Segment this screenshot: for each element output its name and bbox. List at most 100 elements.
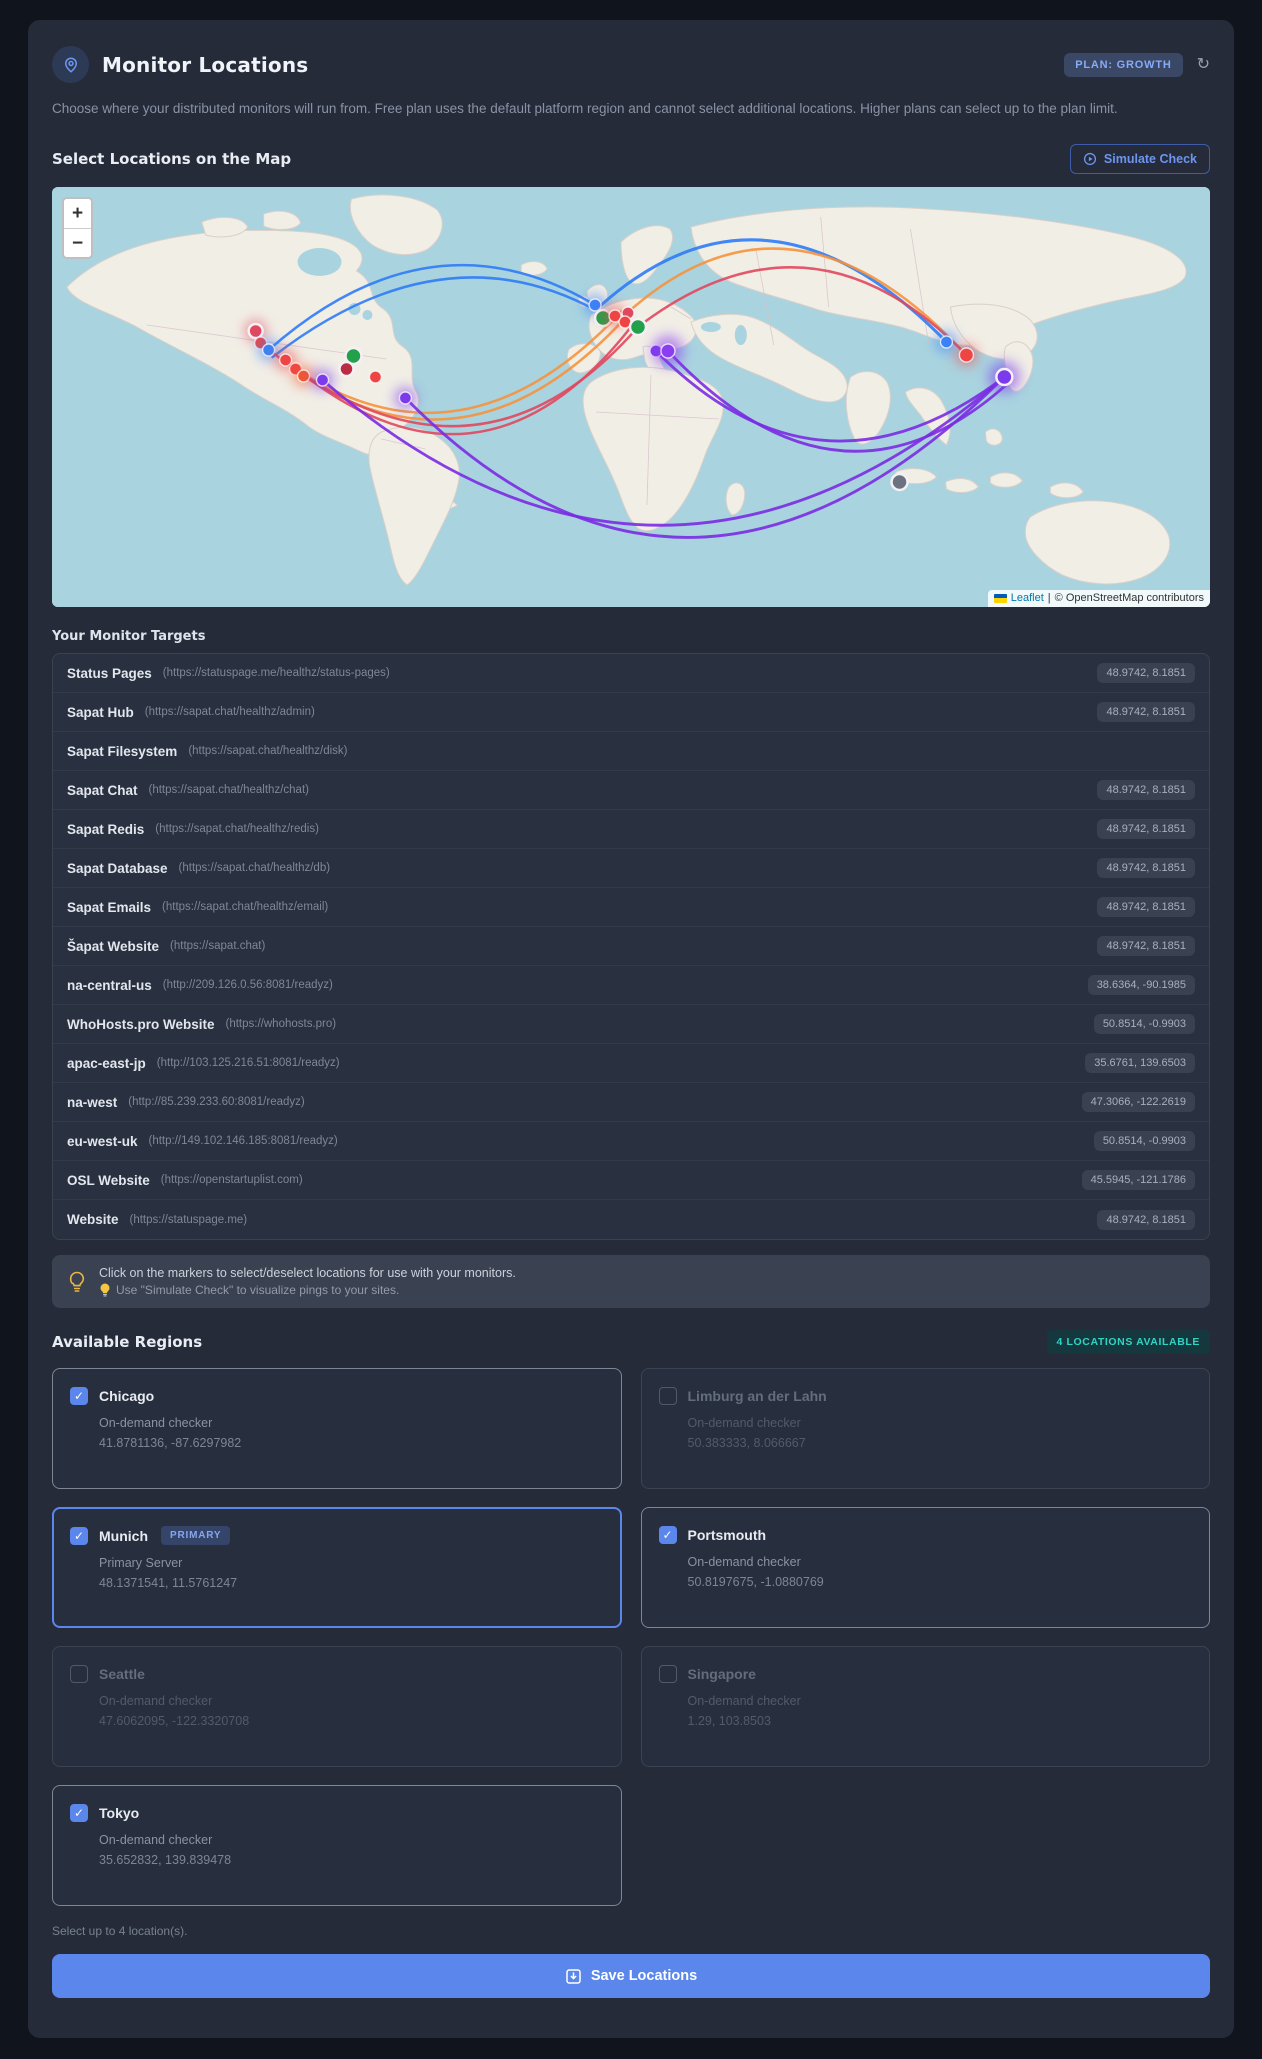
target-coordinates-badge: 48.9742, 8.1851 <box>1097 702 1195 723</box>
region-name: Munich <box>99 1527 148 1544</box>
zoom-in-button[interactable]: + <box>64 199 91 229</box>
refresh-icon[interactable]: ↻ <box>1197 56 1210 73</box>
target-row: na-central-us (http://209.126.0.56:8081/… <box>53 966 1209 1006</box>
region-name: Singapore <box>687 1666 756 1683</box>
target-row: Website (https://statuspage.me) 48.9742,… <box>53 1200 1209 1239</box>
page-title: Monitor Locations <box>102 52 309 77</box>
target-coordinates-badge: 50.8514, -0.9903 <box>1093 1131 1195 1152</box>
target-url: (http://149.102.146.185:8081/readyz) <box>148 1135 338 1148</box>
map-marker[interactable] <box>995 368 1014 387</box>
regions-heading: Available Regions <box>52 1333 203 1352</box>
region-card[interactable]: ✓ Munich PRIMARY Primary Server 48.13715… <box>52 1507 622 1629</box>
target-url: (https://sapat.chat/healthz/disk) <box>188 745 348 758</box>
region-checkbox[interactable]: ✓ <box>658 1526 677 1545</box>
target-row: Status Pages (https://statuspage.me/heal… <box>53 654 1209 694</box>
region-card[interactable]: ✓ Tokyo On-demand checker 35.652832, 139… <box>52 1785 622 1907</box>
target-row: Sapat Chat (https://sapat.chat/healthz/c… <box>53 771 1209 811</box>
header: Monitor Locations PLAN: GROWTH ↻ <box>52 46 1210 83</box>
monitor-locations-panel: Monitor Locations PLAN: GROWTH ↻ Choose … <box>28 20 1234 2039</box>
region-card[interactable]: ✓ Chicago On-demand checker 41.8781136, … <box>52 1368 622 1490</box>
region-cards-grid: ✓ Chicago On-demand checker 41.8781136, … <box>52 1368 1210 1907</box>
ukraine-flag-icon <box>993 593 1007 603</box>
simulate-check-button[interactable]: Simulate Check <box>1069 144 1210 175</box>
target-name: Sapat Database <box>67 860 168 876</box>
target-name: WhoHosts.pro Website <box>67 1016 215 1032</box>
target-url: (https://sapat.chat/healthz/db) <box>178 862 331 875</box>
world-map[interactable]: + − Leaflet | © OpenStreetMap contributo… <box>52 187 1210 608</box>
target-row: eu-west-uk (http://149.102.146.185:8081/… <box>53 1122 1209 1162</box>
region-name: Chicago <box>99 1388 155 1405</box>
region-name: Seattle <box>99 1666 145 1683</box>
region-coordinates: 41.8781136, -87.6297982 <box>99 1436 242 1451</box>
target-name: Sapat Redis <box>67 821 145 837</box>
region-coordinates: 48.1371541, 11.5761247 <box>99 1576 238 1591</box>
region-subtitle: On-demand checker <box>99 1416 213 1431</box>
map-marker[interactable] <box>660 343 676 359</box>
region-card[interactable]: ✓ Portsmouth On-demand checker 50.819767… <box>640 1507 1210 1629</box>
target-url: (https://statuspage.me/healthz/status-pa… <box>162 667 390 680</box>
target-row: OSL Website (https://openstartuplist.com… <box>53 1161 1209 1201</box>
target-name: Website <box>67 1212 119 1228</box>
region-card[interactable]: ✓ Limburg an der Lahn On-demand checker … <box>640 1368 1210 1490</box>
region-name: Portsmouth <box>687 1527 767 1544</box>
map-marker[interactable] <box>261 343 276 357</box>
target-name: eu-west-uk <box>67 1133 138 1149</box>
region-coordinates: 50.8197675, -1.0880769 <box>687 1575 824 1590</box>
tip-box: Click on the markers to select/deselect … <box>52 1255 1210 1309</box>
target-url: (https://statuspage.me) <box>129 1213 248 1226</box>
target-url: (https://sapat.chat/healthz/redis) <box>155 823 319 836</box>
map-marker[interactable] <box>628 318 648 337</box>
target-coordinates-badge: 45.5945, -121.1786 <box>1081 1170 1195 1191</box>
plan-badge: PLAN: GROWTH <box>1064 52 1183 77</box>
target-row: Sapat Filesystem (https://sapat.chat/hea… <box>53 732 1209 772</box>
target-url: (https://openstartuplist.com) <box>160 1174 303 1187</box>
target-coordinates-badge: 47.3066, -122.2619 <box>1081 1092 1195 1113</box>
region-subtitle: On-demand checker <box>99 1694 213 1709</box>
region-checkbox[interactable]: ✓ <box>70 1804 88 1823</box>
target-coordinates-badge: 35.6761, 139.6503 <box>1085 1053 1195 1074</box>
target-row: apac-east-jp (http://103.125.216.51:8081… <box>53 1044 1209 1084</box>
monitor-targets-list: Status Pages (https://statuspage.me/heal… <box>52 653 1210 1241</box>
map-marker[interactable] <box>890 473 909 492</box>
target-name: Šapat Website <box>67 938 160 954</box>
target-name: OSL Website <box>67 1172 150 1188</box>
leaflet-link[interactable]: Leaflet <box>1011 592 1044 604</box>
map-marker[interactable] <box>588 298 602 312</box>
map-marker[interactable] <box>939 335 954 349</box>
region-checkbox[interactable]: ✓ <box>658 1387 677 1406</box>
osm-attribution: © OpenStreetMap contributors <box>1054 592 1204 605</box>
region-checkbox[interactable]: ✓ <box>70 1665 88 1684</box>
map-marker[interactable] <box>278 353 293 367</box>
map-marker[interactable] <box>247 323 264 340</box>
target-coordinates-badge: 48.9742, 8.1851 <box>1097 663 1195 684</box>
region-card[interactable]: ✓ Seattle On-demand checker 47.6062095, … <box>52 1646 622 1768</box>
lightbulb-emoji-icon <box>99 1283 111 1297</box>
play-circle-icon <box>1083 152 1097 166</box>
region-checkbox[interactable]: ✓ <box>70 1387 88 1406</box>
location-pin-icon <box>52 46 89 83</box>
save-locations-button[interactable]: Save Locations <box>52 1954 1210 1999</box>
map-marker[interactable] <box>958 347 975 363</box>
map-marker[interactable] <box>296 369 311 383</box>
target-url: (https://sapat.chat) <box>170 940 266 953</box>
region-checkbox[interactable]: ✓ <box>70 1526 88 1545</box>
target-coordinates-badge: 48.9742, 8.1851 <box>1097 1209 1195 1230</box>
region-card[interactable]: ✓ Singapore On-demand checker 1.29, 103.… <box>640 1646 1210 1768</box>
region-coordinates: 1.29, 103.8503 <box>687 1714 771 1729</box>
target-name: apac-east-jp <box>67 1055 146 1071</box>
map-marker[interactable] <box>398 391 413 405</box>
zoom-out-button[interactable]: − <box>64 228 91 258</box>
target-name: na-west <box>67 1094 118 1110</box>
target-row: Sapat Redis (https://sapat.chat/healthz/… <box>53 810 1209 850</box>
target-name: na-central-us <box>67 977 152 993</box>
region-subtitle: Primary Server <box>99 1556 183 1571</box>
region-checkbox[interactable]: ✓ <box>658 1665 677 1684</box>
target-row: Sapat Database (https://sapat.chat/healt… <box>53 849 1209 889</box>
target-url: (http://85.239.233.60:8081/readyz) <box>128 1096 305 1109</box>
map-marker[interactable] <box>368 370 383 384</box>
region-subtitle: On-demand checker <box>687 1416 801 1431</box>
map-marker[interactable] <box>338 361 355 378</box>
map-marker[interactable] <box>315 373 330 387</box>
target-row: na-west (http://85.239.233.60:8081/ready… <box>53 1083 1209 1123</box>
target-coordinates-badge: 38.6364, -90.1985 <box>1087 975 1195 996</box>
